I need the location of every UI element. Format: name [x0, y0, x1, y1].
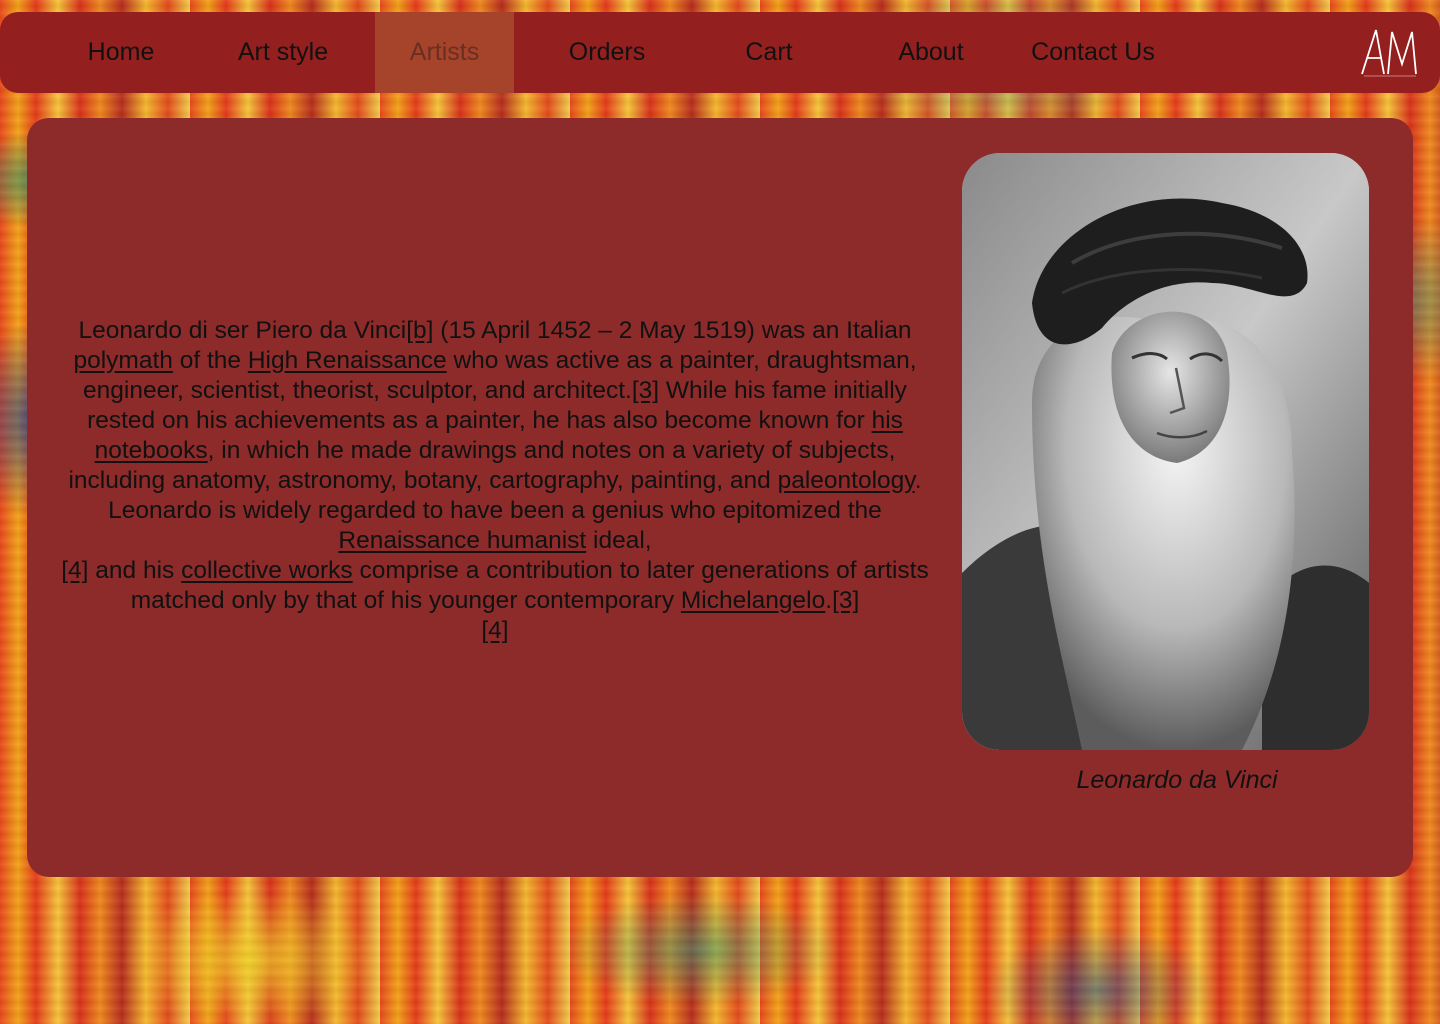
- bio-text: of the: [172, 346, 248, 374]
- link-collective-works[interactable]: collective works: [181, 557, 353, 584]
- am-logo[interactable]: [1358, 24, 1422, 80]
- nav-artists[interactable]: Artists: [375, 12, 514, 93]
- bio-text: Leonardo di ser Piero da Vinci: [78, 316, 407, 344]
- link-renaissance-humanist[interactable]: Renaissance humanist: [338, 527, 586, 554]
- link-polymath[interactable]: polymath: [73, 347, 172, 374]
- bio-text: ideal,: [586, 526, 652, 554]
- nav-contact-us[interactable]: Contact Us: [1012, 12, 1174, 93]
- ref-link-b[interactable]: [b]: [406, 317, 433, 344]
- artist-bio: Leonardo di ser Piero da Vinci[b] (15 Ap…: [51, 316, 939, 646]
- ref-link-4[interactable]: [4]: [481, 617, 508, 644]
- artist-portrait: [962, 153, 1369, 750]
- nav-cart[interactable]: Cart: [688, 12, 850, 93]
- ref-link-4[interactable]: [4]: [61, 557, 88, 584]
- bio-text: and his: [88, 556, 182, 584]
- top-navbar: Home Art style Artists Orders Cart About…: [0, 12, 1440, 93]
- page: { "nav": { "items": [ {"label": "Home", …: [0, 0, 1440, 1024]
- link-michelangelo[interactable]: Michelangelo: [681, 587, 825, 614]
- ref-link-3[interactable]: [3]: [632, 377, 659, 404]
- bio-text: (15 April 1452 – 2 May 1519) was an Ital…: [433, 316, 912, 344]
- link-paleontology[interactable]: paleontology: [778, 467, 915, 494]
- ref-link-3[interactable]: [3]: [832, 587, 859, 614]
- nav-menu: Home Art style Artists Orders Cart About…: [0, 12, 1174, 93]
- nav-art-style[interactable]: Art style: [202, 12, 364, 93]
- portrait-image: [962, 153, 1369, 750]
- artist-card: Leonardo di ser Piero da Vinci[b] (15 Ap…: [27, 118, 1413, 877]
- portrait-caption: Leonardo da Vinci: [1076, 766, 1278, 794]
- nav-about[interactable]: About: [850, 12, 1012, 93]
- link-high-renaissance[interactable]: High Renaissance: [248, 347, 447, 374]
- nav-orders[interactable]: Orders: [526, 12, 688, 93]
- nav-home[interactable]: Home: [40, 12, 202, 93]
